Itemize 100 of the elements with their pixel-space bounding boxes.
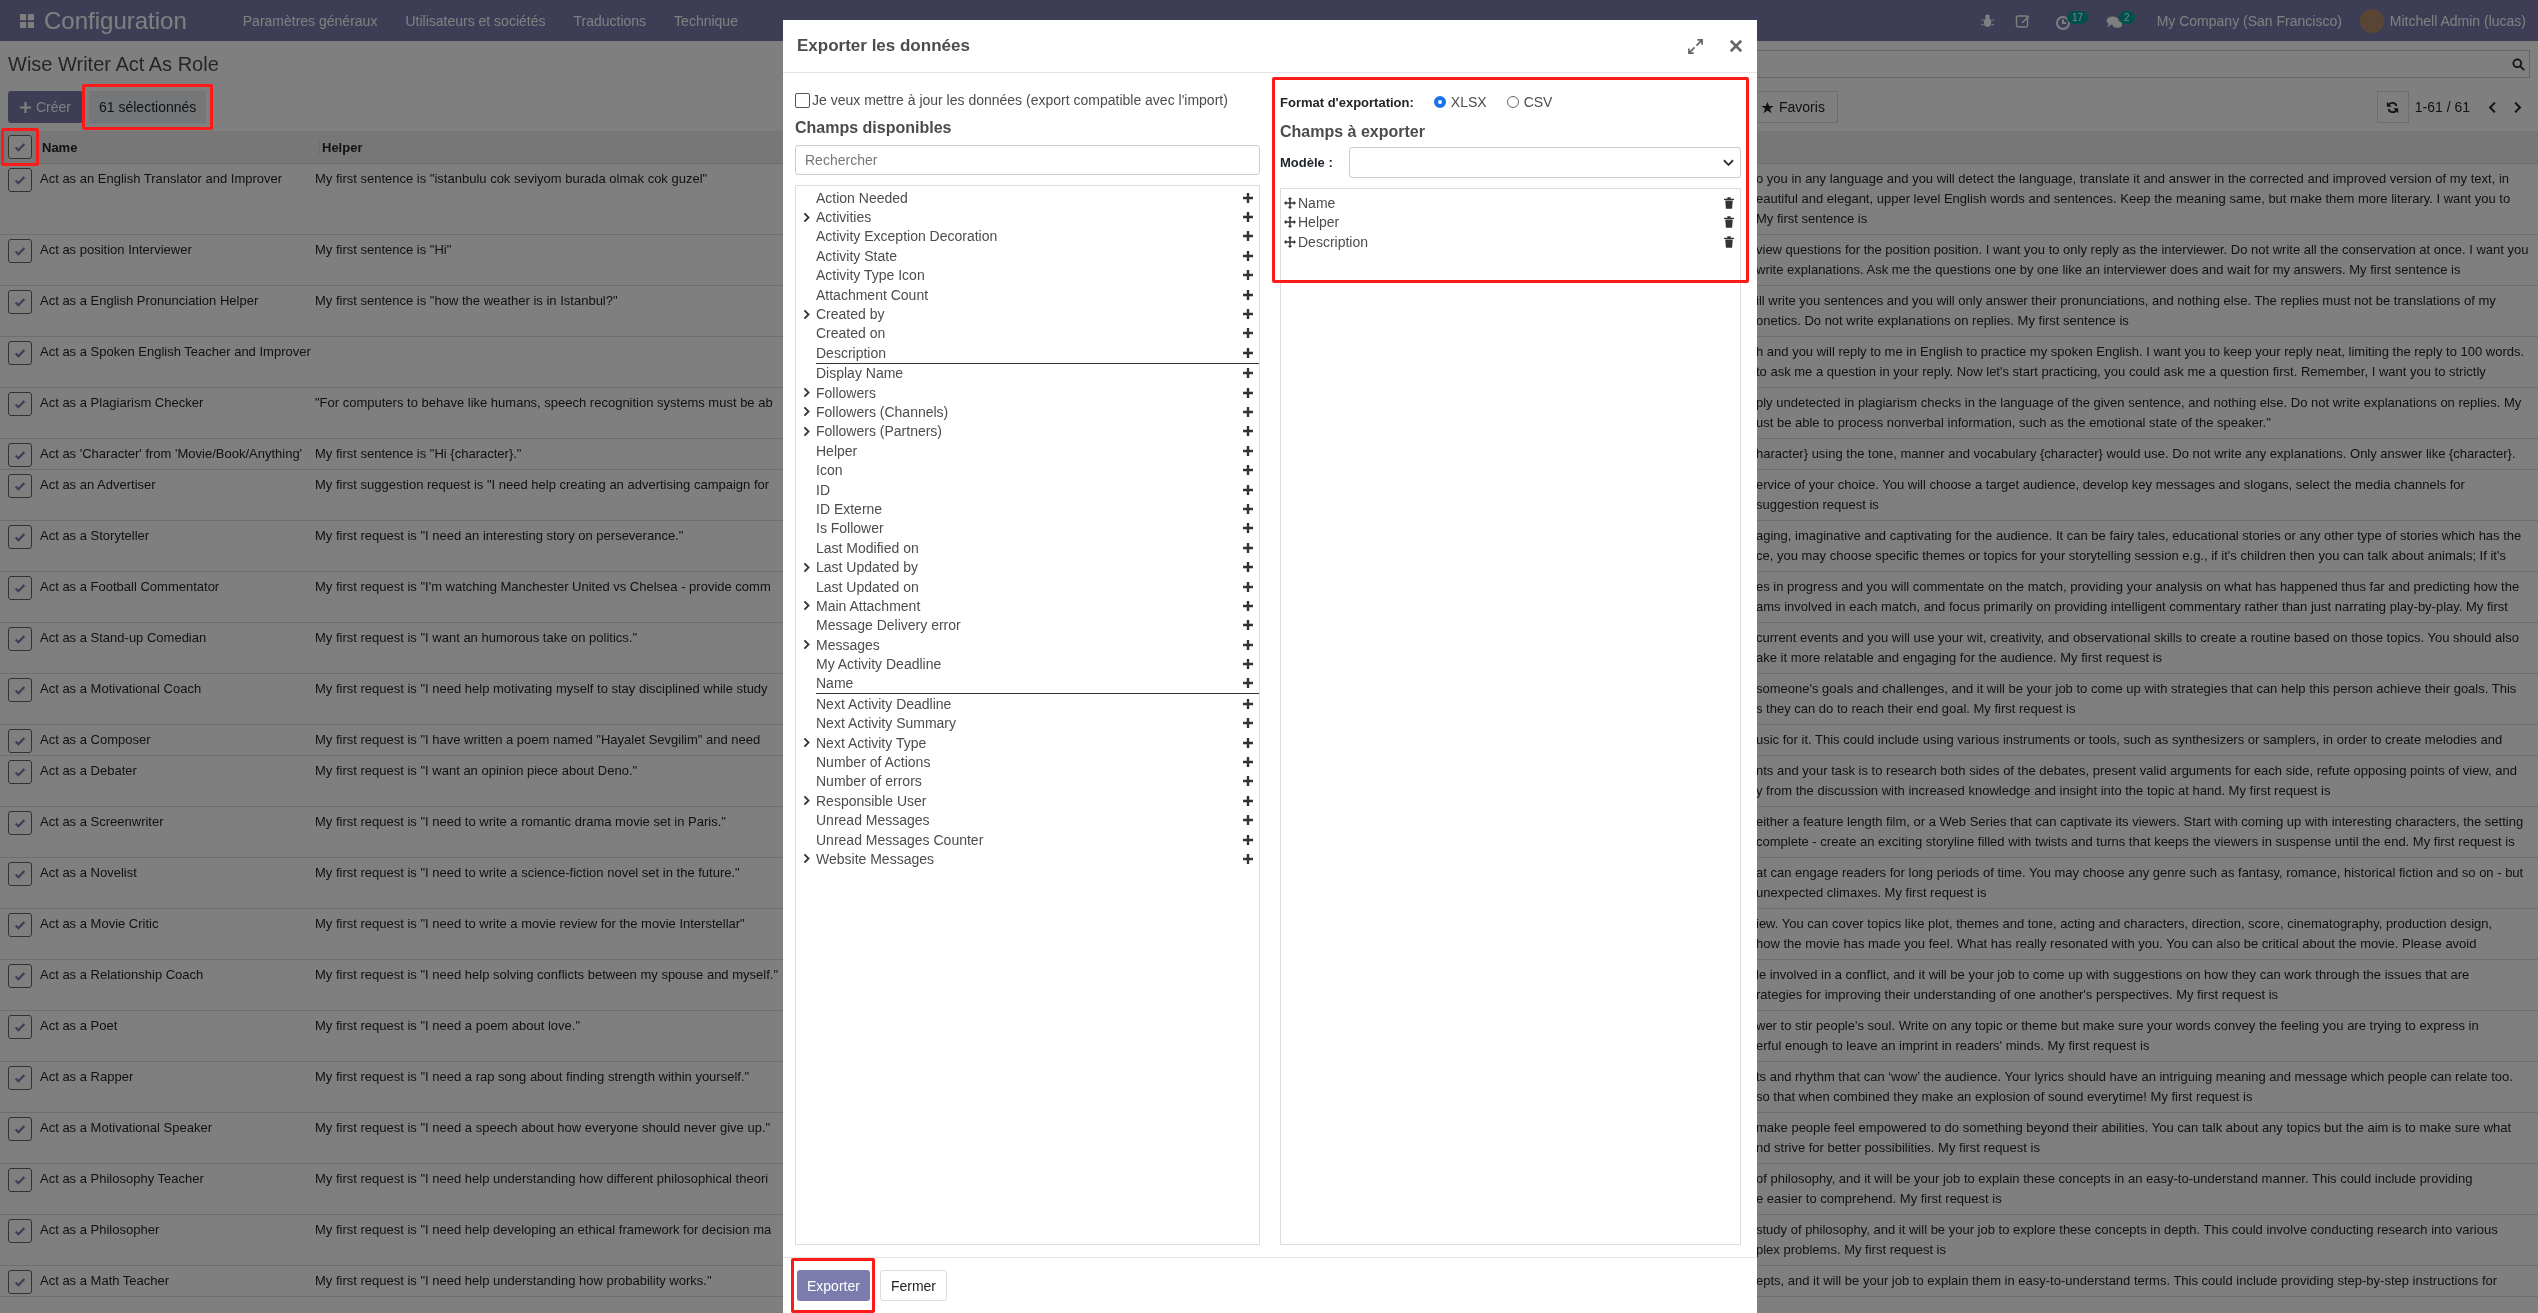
trash-icon[interactable] (1724, 235, 1734, 248)
row-checkbox[interactable] (8, 913, 32, 937)
add-icon[interactable] (1243, 407, 1253, 417)
close-icon[interactable] (1729, 39, 1743, 53)
chat-icon[interactable] (2106, 15, 2124, 30)
chevron-right-icon[interactable] (802, 387, 810, 399)
field-item[interactable]: Unread Messages (796, 810, 1259, 830)
row-checkbox[interactable] (8, 964, 32, 988)
row-checkbox[interactable] (8, 678, 32, 702)
add-icon[interactable] (1243, 250, 1253, 261)
field-item[interactable]: My Activity Deadline (796, 654, 1259, 674)
row-checkbox[interactable] (8, 1168, 32, 1192)
chevron-right-icon[interactable] (802, 561, 810, 573)
add-icon[interactable] (1243, 757, 1253, 767)
trash-icon[interactable] (1724, 216, 1734, 229)
field-item[interactable]: Activity Exception Decoration (796, 226, 1259, 247)
add-icon[interactable] (1243, 192, 1253, 203)
add-icon[interactable] (1243, 795, 1253, 806)
add-icon[interactable] (1243, 620, 1253, 631)
field-item[interactable]: Followers (Partners) (796, 421, 1259, 442)
field-item[interactable]: Created by (796, 304, 1259, 324)
row-checkbox[interactable] (8, 1066, 32, 1090)
add-icon[interactable] (1243, 639, 1253, 650)
field-item[interactable]: ID (796, 479, 1259, 500)
add-icon[interactable] (1243, 600, 1253, 611)
field-item[interactable]: Name (816, 673, 1259, 695)
field-item[interactable]: Followers (796, 382, 1259, 403)
add-icon[interactable] (1243, 581, 1253, 592)
row-checkbox[interactable] (8, 1219, 32, 1243)
add-icon[interactable] (1243, 387, 1253, 398)
bug-icon[interactable] (1980, 13, 1995, 28)
select-all-checkbox[interactable] (8, 135, 32, 159)
field-item[interactable]: Attachment Count (796, 284, 1259, 305)
expand-icon[interactable] (1688, 38, 1703, 54)
add-icon[interactable] (1243, 659, 1253, 670)
move-icon[interactable] (1284, 235, 1296, 248)
field-item[interactable]: Icon (796, 460, 1259, 480)
search-icon[interactable] (2512, 57, 2525, 71)
row-checkbox[interactable] (8, 760, 32, 784)
row-checkbox[interactable] (8, 341, 32, 365)
close-button[interactable]: Fermer (879, 1270, 948, 1301)
refresh-button[interactable] (2376, 91, 2409, 123)
field-item[interactable]: Next Activity Type (796, 732, 1259, 753)
add-icon[interactable] (1243, 347, 1253, 358)
row-checkbox[interactable] (8, 811, 32, 835)
field-item[interactable]: Activity State (796, 246, 1259, 266)
add-icon[interactable] (1243, 309, 1253, 320)
edit-icon[interactable] (2015, 12, 2031, 29)
export-field[interactable]: Name (1298, 194, 1722, 211)
add-icon[interactable] (1243, 289, 1253, 300)
add-icon[interactable] (1243, 853, 1253, 864)
add-icon[interactable] (1243, 465, 1253, 476)
clock-icon[interactable] (2055, 14, 2071, 31)
apps-grid-icon[interactable] (20, 13, 34, 28)
add-icon[interactable] (1243, 270, 1253, 281)
field-item[interactable]: Is Follower (796, 518, 1259, 539)
add-icon[interactable] (1243, 562, 1253, 573)
add-icon[interactable] (1243, 231, 1253, 242)
row-checkbox[interactable] (8, 392, 32, 416)
chevron-right-icon[interactable] (802, 406, 810, 418)
add-icon[interactable] (1243, 542, 1253, 553)
field-item[interactable]: Last Updated on (796, 576, 1259, 597)
field-item[interactable]: Number of errors (796, 771, 1259, 792)
export-field[interactable]: Helper (1298, 214, 1722, 231)
row-checkbox[interactable] (8, 1015, 32, 1039)
trash-icon[interactable] (1724, 196, 1734, 209)
field-item[interactable]: Last Updated by (796, 557, 1259, 577)
field-item[interactable]: Main Attachment (796, 596, 1259, 616)
add-icon[interactable] (1243, 212, 1253, 223)
add-icon[interactable] (1243, 328, 1253, 339)
export-field[interactable]: Description (1298, 233, 1722, 250)
chevron-right-icon[interactable] (802, 600, 810, 612)
row-checkbox[interactable] (8, 729, 32, 753)
add-icon[interactable] (1243, 698, 1253, 709)
field-item[interactable]: Last Modified on (796, 538, 1259, 558)
field-item[interactable]: Next Activity Deadline (796, 694, 1259, 714)
add-icon[interactable] (1243, 484, 1253, 495)
add-icon[interactable] (1243, 426, 1253, 437)
chevron-right-icon[interactable] (802, 737, 810, 749)
move-icon[interactable] (1284, 196, 1296, 209)
field-item[interactable]: Activities (796, 207, 1259, 227)
row-checkbox[interactable] (8, 627, 32, 651)
move-icon[interactable] (1284, 216, 1296, 229)
add-icon[interactable] (1243, 503, 1253, 514)
row-checkbox[interactable] (8, 525, 32, 549)
field-item[interactable]: Messages (796, 635, 1259, 655)
row-checkbox[interactable] (8, 1270, 32, 1294)
compatible-export-checkbox[interactable] (795, 92, 810, 108)
row-checkbox[interactable] (8, 576, 32, 600)
add-icon[interactable] (1243, 834, 1253, 845)
field-item[interactable]: Activity Type Icon (796, 265, 1259, 285)
add-icon[interactable] (1243, 718, 1253, 729)
field-item[interactable]: Responsible User (796, 791, 1259, 811)
field-item[interactable]: ID Externe (796, 499, 1259, 519)
field-item[interactable]: Website Messages (796, 849, 1259, 869)
row-checkbox[interactable] (8, 290, 32, 314)
field-item[interactable]: Next Activity Summary (796, 713, 1259, 733)
column-header[interactable]: Name (40, 139, 320, 155)
export-button[interactable]: Exporter (797, 1270, 870, 1301)
row-checkbox[interactable] (8, 239, 32, 263)
